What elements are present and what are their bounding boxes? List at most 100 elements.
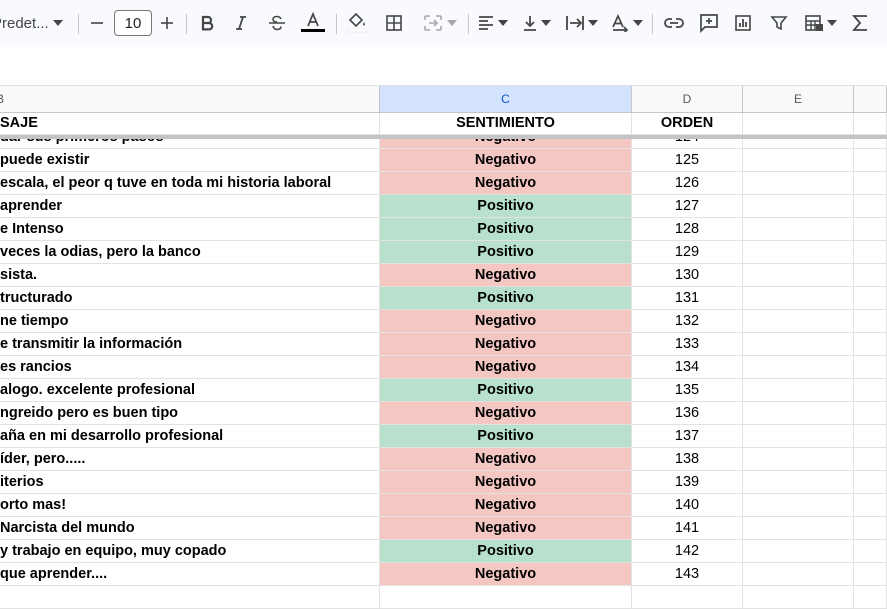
message-cell[interactable]: y trabajo en equipo, muy copado: [0, 540, 380, 563]
header-cell-sentimiento[interactable]: SENTIMIENTO: [380, 111, 632, 135]
order-cell[interactable]: 131: [632, 287, 743, 310]
sentiment-cell[interactable]: Negativo: [380, 172, 632, 195]
freeze-divider[interactable]: [0, 135, 887, 139]
empty-cell-f[interactable]: [854, 287, 887, 310]
increase-font-size-button[interactable]: [156, 10, 178, 36]
font-family-dropdown-icon[interactable]: [50, 10, 66, 36]
empty-cell[interactable]: [632, 586, 743, 609]
empty-cell[interactable]: [380, 586, 632, 609]
empty-cell-e[interactable]: [743, 379, 854, 402]
order-cell[interactable]: 128: [632, 218, 743, 241]
sentiment-cell[interactable]: Positivo: [380, 195, 632, 218]
empty-cell-e[interactable]: [743, 494, 854, 517]
order-cell[interactable]: 138: [632, 448, 743, 471]
empty-cell-e[interactable]: [743, 195, 854, 218]
empty-cell[interactable]: [743, 586, 854, 609]
empty-cell[interactable]: [854, 586, 887, 609]
empty-cell-e[interactable]: [743, 356, 854, 379]
sentiment-cell[interactable]: Negativo: [380, 356, 632, 379]
empty-cell[interactable]: [0, 586, 380, 609]
sentiment-cell[interactable]: Positivo: [380, 379, 632, 402]
empty-cell-f[interactable]: [854, 471, 887, 494]
text-wrap-icon[interactable]: [562, 10, 600, 36]
message-cell[interactable]: Narcista del mundo: [0, 517, 380, 540]
message-cell[interactable]: iterios: [0, 471, 380, 494]
sentiment-cell[interactable]: Negativo: [380, 471, 632, 494]
empty-cell-f[interactable]: [854, 241, 887, 264]
sentiment-cell[interactable]: Negativo: [380, 494, 632, 517]
insert-link-icon[interactable]: [662, 10, 686, 36]
italic-icon[interactable]: [230, 10, 252, 36]
empty-cell-f[interactable]: [854, 310, 887, 333]
message-cell[interactable]: puede existir: [0, 149, 380, 172]
sentiment-cell[interactable]: Negativo: [380, 402, 632, 425]
header-cell-mensaje[interactable]: SAJE: [0, 111, 380, 135]
strikethrough-icon[interactable]: [266, 10, 288, 36]
column-header-f[interactable]: [854, 86, 887, 112]
message-cell[interactable]: orto mas!: [0, 494, 380, 517]
header-cell-f[interactable]: [854, 111, 887, 135]
text-rotation-icon[interactable]: [606, 10, 646, 36]
message-cell[interactable]: íder, pero.....: [0, 448, 380, 471]
empty-cell-e[interactable]: [743, 310, 854, 333]
empty-cell-f[interactable]: [854, 172, 887, 195]
sentiment-cell[interactable]: Negativo: [380, 517, 632, 540]
empty-cell-e[interactable]: [743, 149, 854, 172]
empty-cell-f[interactable]: [854, 195, 887, 218]
message-cell[interactable]: escala, el peor q tuve en toda mi histor…: [0, 172, 380, 195]
order-cell[interactable]: 137: [632, 425, 743, 448]
empty-cell-e[interactable]: [743, 241, 854, 264]
empty-cell-e[interactable]: [743, 471, 854, 494]
sentiment-cell[interactable]: Positivo: [380, 425, 632, 448]
sentiment-cell[interactable]: Negativo: [380, 264, 632, 287]
order-cell[interactable]: 125: [632, 149, 743, 172]
empty-cell-f[interactable]: [854, 333, 887, 356]
message-cell[interactable]: sista.: [0, 264, 380, 287]
message-cell[interactable]: alogo. excelente profesional: [0, 379, 380, 402]
borders-icon[interactable]: [383, 10, 405, 36]
empty-cell-e[interactable]: [743, 540, 854, 563]
empty-cell-e[interactable]: [743, 448, 854, 471]
text-color-icon[interactable]: [300, 10, 326, 36]
bold-icon[interactable]: [196, 10, 218, 36]
empty-cell-e[interactable]: [743, 563, 854, 586]
message-cell[interactable]: ngreido pero es buen tipo: [0, 402, 380, 425]
order-cell[interactable]: 135: [632, 379, 743, 402]
empty-cell-f[interactable]: [854, 356, 887, 379]
order-cell[interactable]: 132: [632, 310, 743, 333]
column-header-b[interactable]: B: [0, 86, 380, 112]
sentiment-cell[interactable]: Negativo: [380, 333, 632, 356]
empty-cell-f[interactable]: [854, 425, 887, 448]
column-header-e[interactable]: E: [743, 86, 854, 112]
empty-cell-e[interactable]: [743, 333, 854, 356]
message-cell[interactable]: e transmitir la información: [0, 333, 380, 356]
empty-cell-f[interactable]: [854, 264, 887, 287]
empty-cell-f[interactable]: [854, 379, 887, 402]
message-cell[interactable]: veces la odias, pero la banco: [0, 241, 380, 264]
message-cell[interactable]: aña en mi desarrollo profesional: [0, 425, 380, 448]
empty-cell-e[interactable]: [743, 425, 854, 448]
empty-cell-e[interactable]: [743, 287, 854, 310]
horizontal-align-icon[interactable]: [474, 10, 510, 36]
filter-icon[interactable]: [767, 10, 791, 36]
column-header-c[interactable]: C: [380, 86, 632, 112]
message-cell[interactable]: tructurado: [0, 287, 380, 310]
empty-cell-e[interactable]: [743, 517, 854, 540]
sentiment-cell[interactable]: Positivo: [380, 540, 632, 563]
functions-sigma-icon[interactable]: [848, 10, 872, 36]
table-view-icon[interactable]: [800, 10, 840, 36]
empty-cell-f[interactable]: [854, 540, 887, 563]
sentiment-cell[interactable]: Positivo: [380, 218, 632, 241]
sentiment-cell[interactable]: Negativo: [380, 149, 632, 172]
order-cell[interactable]: 142: [632, 540, 743, 563]
order-cell[interactable]: 134: [632, 356, 743, 379]
empty-cell-f[interactable]: [854, 448, 887, 471]
order-cell[interactable]: 126: [632, 172, 743, 195]
sentiment-cell[interactable]: Negativo: [380, 563, 632, 586]
empty-cell-f[interactable]: [854, 402, 887, 425]
empty-cell-e[interactable]: [743, 264, 854, 287]
order-cell[interactable]: 140: [632, 494, 743, 517]
sentiment-cell[interactable]: Positivo: [380, 287, 632, 310]
empty-cell-f[interactable]: [854, 563, 887, 586]
empty-cell-f[interactable]: [854, 517, 887, 540]
